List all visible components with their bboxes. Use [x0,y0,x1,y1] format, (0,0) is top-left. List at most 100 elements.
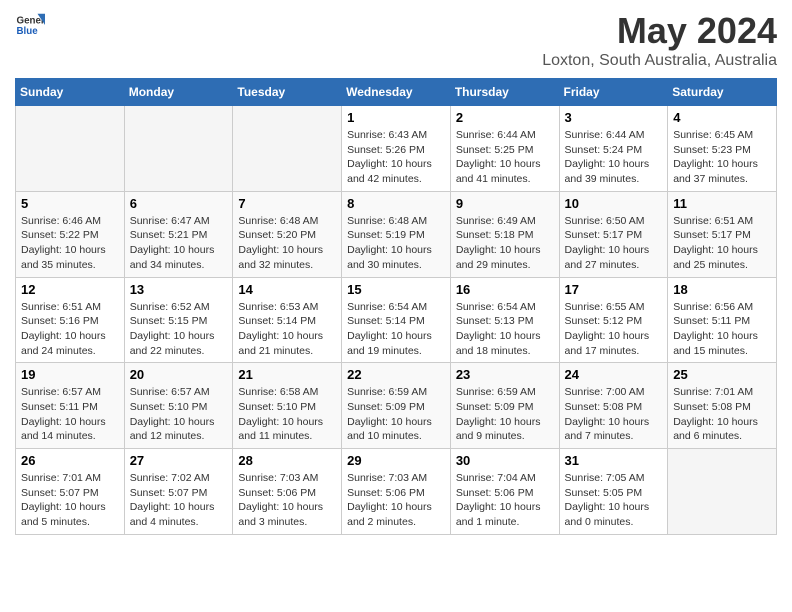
calendar-cell: 24 Sunrise: 7:00 AM Sunset: 5:08 PM Dayli… [559,363,668,449]
day-number: 4 [673,110,771,125]
day-number: 21 [238,367,336,382]
week-row: 5 Sunrise: 6:46 AM Sunset: 5:22 PM Daylig… [16,191,777,277]
day-number: 27 [130,453,228,468]
generalblue-logo-icon: General Blue [15,10,45,40]
week-row: 12 Sunrise: 6:51 AM Sunset: 5:16 PM Dayli… [16,277,777,363]
day-number: 24 [565,367,663,382]
day-info: Sunrise: 7:01 AM Sunset: 5:07 PM Dayligh… [21,471,119,530]
day-number: 18 [673,282,771,297]
day-number: 8 [347,196,445,211]
calendar-cell: 7 Sunrise: 6:48 AM Sunset: 5:20 PM Daylig… [233,191,342,277]
calendar-cell [233,106,342,192]
calendar-cell: 6 Sunrise: 6:47 AM Sunset: 5:21 PM Daylig… [124,191,233,277]
day-number: 20 [130,367,228,382]
calendar-cell: 28 Sunrise: 7:03 AM Sunset: 5:06 PM Dayli… [233,449,342,535]
day-number: 28 [238,453,336,468]
svg-text:Blue: Blue [17,26,39,37]
weekday-header: Friday [559,79,668,106]
day-info: Sunrise: 6:59 AM Sunset: 5:09 PM Dayligh… [347,385,445,444]
calendar-cell: 18 Sunrise: 6:56 AM Sunset: 5:11 PM Dayli… [668,277,777,363]
day-number: 12 [21,282,119,297]
day-number: 1 [347,110,445,125]
calendar-cell: 31Sunrise: 7:05 AM Sunset: 5:05 PM Dayli… [559,449,668,535]
day-number: 22 [347,367,445,382]
weekday-header: Saturday [668,79,777,106]
day-info: Sunrise: 6:48 AM Sunset: 5:19 PM Dayligh… [347,214,445,273]
weekday-header: Thursday [450,79,559,106]
day-info: Sunrise: 6:49 AM Sunset: 5:18 PM Dayligh… [456,214,554,273]
day-number: 19 [21,367,119,382]
calendar-cell: 30Sunrise: 7:04 AM Sunset: 5:06 PM Dayli… [450,449,559,535]
calendar-cell: 23 Sunrise: 6:59 AM Sunset: 5:09 PM Dayli… [450,363,559,449]
day-info: Sunrise: 6:54 AM Sunset: 5:14 PM Dayligh… [347,300,445,359]
day-info: Sunrise: 6:47 AM Sunset: 5:21 PM Dayligh… [130,214,228,273]
day-info: Sunrise: 6:59 AM Sunset: 5:09 PM Dayligh… [456,385,554,444]
day-number: 16 [456,282,554,297]
calendar-cell: 12 Sunrise: 6:51 AM Sunset: 5:16 PM Dayli… [16,277,125,363]
calendar-cell: 9 Sunrise: 6:49 AM Sunset: 5:18 PM Daylig… [450,191,559,277]
day-info: Sunrise: 6:55 AM Sunset: 5:12 PM Dayligh… [565,300,663,359]
day-info: Sunrise: 7:03 AM Sunset: 5:06 PM Dayligh… [238,471,336,530]
day-number: 3 [565,110,663,125]
calendar-cell: 26 Sunrise: 7:01 AM Sunset: 5:07 PM Dayli… [16,449,125,535]
day-number: 6 [130,196,228,211]
day-number: 9 [456,196,554,211]
calendar-cell: 8 Sunrise: 6:48 AM Sunset: 5:19 PM Daylig… [342,191,451,277]
day-number: 29 [347,453,445,468]
calendar-cell: 27 Sunrise: 7:02 AM Sunset: 5:07 PM Dayli… [124,449,233,535]
day-number: 26 [21,453,119,468]
calendar-cell: 29 Sunrise: 7:03 AM Sunset: 5:06 PM Dayli… [342,449,451,535]
day-info: Sunrise: 6:51 AM Sunset: 5:16 PM Dayligh… [21,300,119,359]
weekday-header: Sunday [16,79,125,106]
day-info: Sunrise: 7:05 AM Sunset: 5:05 PM Dayligh… [565,471,663,530]
day-info: Sunrise: 6:45 AM Sunset: 5:23 PM Dayligh… [673,128,771,187]
weekday-header-row: SundayMondayTuesdayWednesdayThursdayFrid… [16,79,777,106]
weekday-header: Monday [124,79,233,106]
calendar-cell: 1 Sunrise: 6:43 AM Sunset: 5:26 PM Daylig… [342,106,451,192]
day-info: Sunrise: 6:52 AM Sunset: 5:15 PM Dayligh… [130,300,228,359]
calendar-cell: 22 Sunrise: 6:59 AM Sunset: 5:09 PM Dayli… [342,363,451,449]
calendar-cell: 25Sunrise: 7:01 AM Sunset: 5:08 PM Dayli… [668,363,777,449]
day-info: Sunrise: 7:03 AM Sunset: 5:06 PM Dayligh… [347,471,445,530]
day-info: Sunrise: 6:50 AM Sunset: 5:17 PM Dayligh… [565,214,663,273]
day-number: 5 [21,196,119,211]
calendar-cell: 4 Sunrise: 6:45 AM Sunset: 5:23 PM Daylig… [668,106,777,192]
header: General Blue May 2024 Loxton, South Aust… [15,10,777,70]
day-info: Sunrise: 6:57 AM Sunset: 5:10 PM Dayligh… [130,385,228,444]
day-info: Sunrise: 7:02 AM Sunset: 5:07 PM Dayligh… [130,471,228,530]
day-info: Sunrise: 6:46 AM Sunset: 5:22 PM Dayligh… [21,214,119,273]
calendar-cell [668,449,777,535]
day-info: Sunrise: 6:51 AM Sunset: 5:17 PM Dayligh… [673,214,771,273]
day-number: 10 [565,196,663,211]
day-number: 11 [673,196,771,211]
week-row: 1 Sunrise: 6:43 AM Sunset: 5:26 PM Daylig… [16,106,777,192]
day-number: 30 [456,453,554,468]
calendar-cell: 20 Sunrise: 6:57 AM Sunset: 5:10 PM Dayli… [124,363,233,449]
day-number: 17 [565,282,663,297]
day-info: Sunrise: 6:54 AM Sunset: 5:13 PM Dayligh… [456,300,554,359]
logo: General Blue [15,10,45,40]
page-subtitle: Loxton, South Australia, Australia [542,52,777,70]
day-info: Sunrise: 6:48 AM Sunset: 5:20 PM Dayligh… [238,214,336,273]
page-title: May 2024 [542,10,777,52]
week-row: 26 Sunrise: 7:01 AM Sunset: 5:07 PM Dayli… [16,449,777,535]
day-info: Sunrise: 6:44 AM Sunset: 5:24 PM Dayligh… [565,128,663,187]
calendar-cell: 14Sunrise: 6:53 AM Sunset: 5:14 PM Dayli… [233,277,342,363]
calendar-cell: 10 Sunrise: 6:50 AM Sunset: 5:17 PM Dayli… [559,191,668,277]
day-info: Sunrise: 6:53 AM Sunset: 5:14 PM Dayligh… [238,300,336,359]
weekday-header: Wednesday [342,79,451,106]
calendar-cell: 3 Sunrise: 6:44 AM Sunset: 5:24 PM Daylig… [559,106,668,192]
calendar-cell: 17 Sunrise: 6:55 AM Sunset: 5:12 PM Dayli… [559,277,668,363]
day-info: Sunrise: 6:56 AM Sunset: 5:11 PM Dayligh… [673,300,771,359]
calendar-cell: 19 Sunrise: 6:57 AM Sunset: 5:11 PM Dayli… [16,363,125,449]
day-info: Sunrise: 6:43 AM Sunset: 5:26 PM Dayligh… [347,128,445,187]
calendar-cell: 13Sunrise: 6:52 AM Sunset: 5:15 PM Dayli… [124,277,233,363]
week-row: 19 Sunrise: 6:57 AM Sunset: 5:11 PM Dayli… [16,363,777,449]
calendar-cell: 15Sunrise: 6:54 AM Sunset: 5:14 PM Dayli… [342,277,451,363]
day-number: 23 [456,367,554,382]
day-info: Sunrise: 7:00 AM Sunset: 5:08 PM Dayligh… [565,385,663,444]
day-number: 25 [673,367,771,382]
day-number: 7 [238,196,336,211]
calendar-cell [16,106,125,192]
day-info: Sunrise: 6:57 AM Sunset: 5:11 PM Dayligh… [21,385,119,444]
